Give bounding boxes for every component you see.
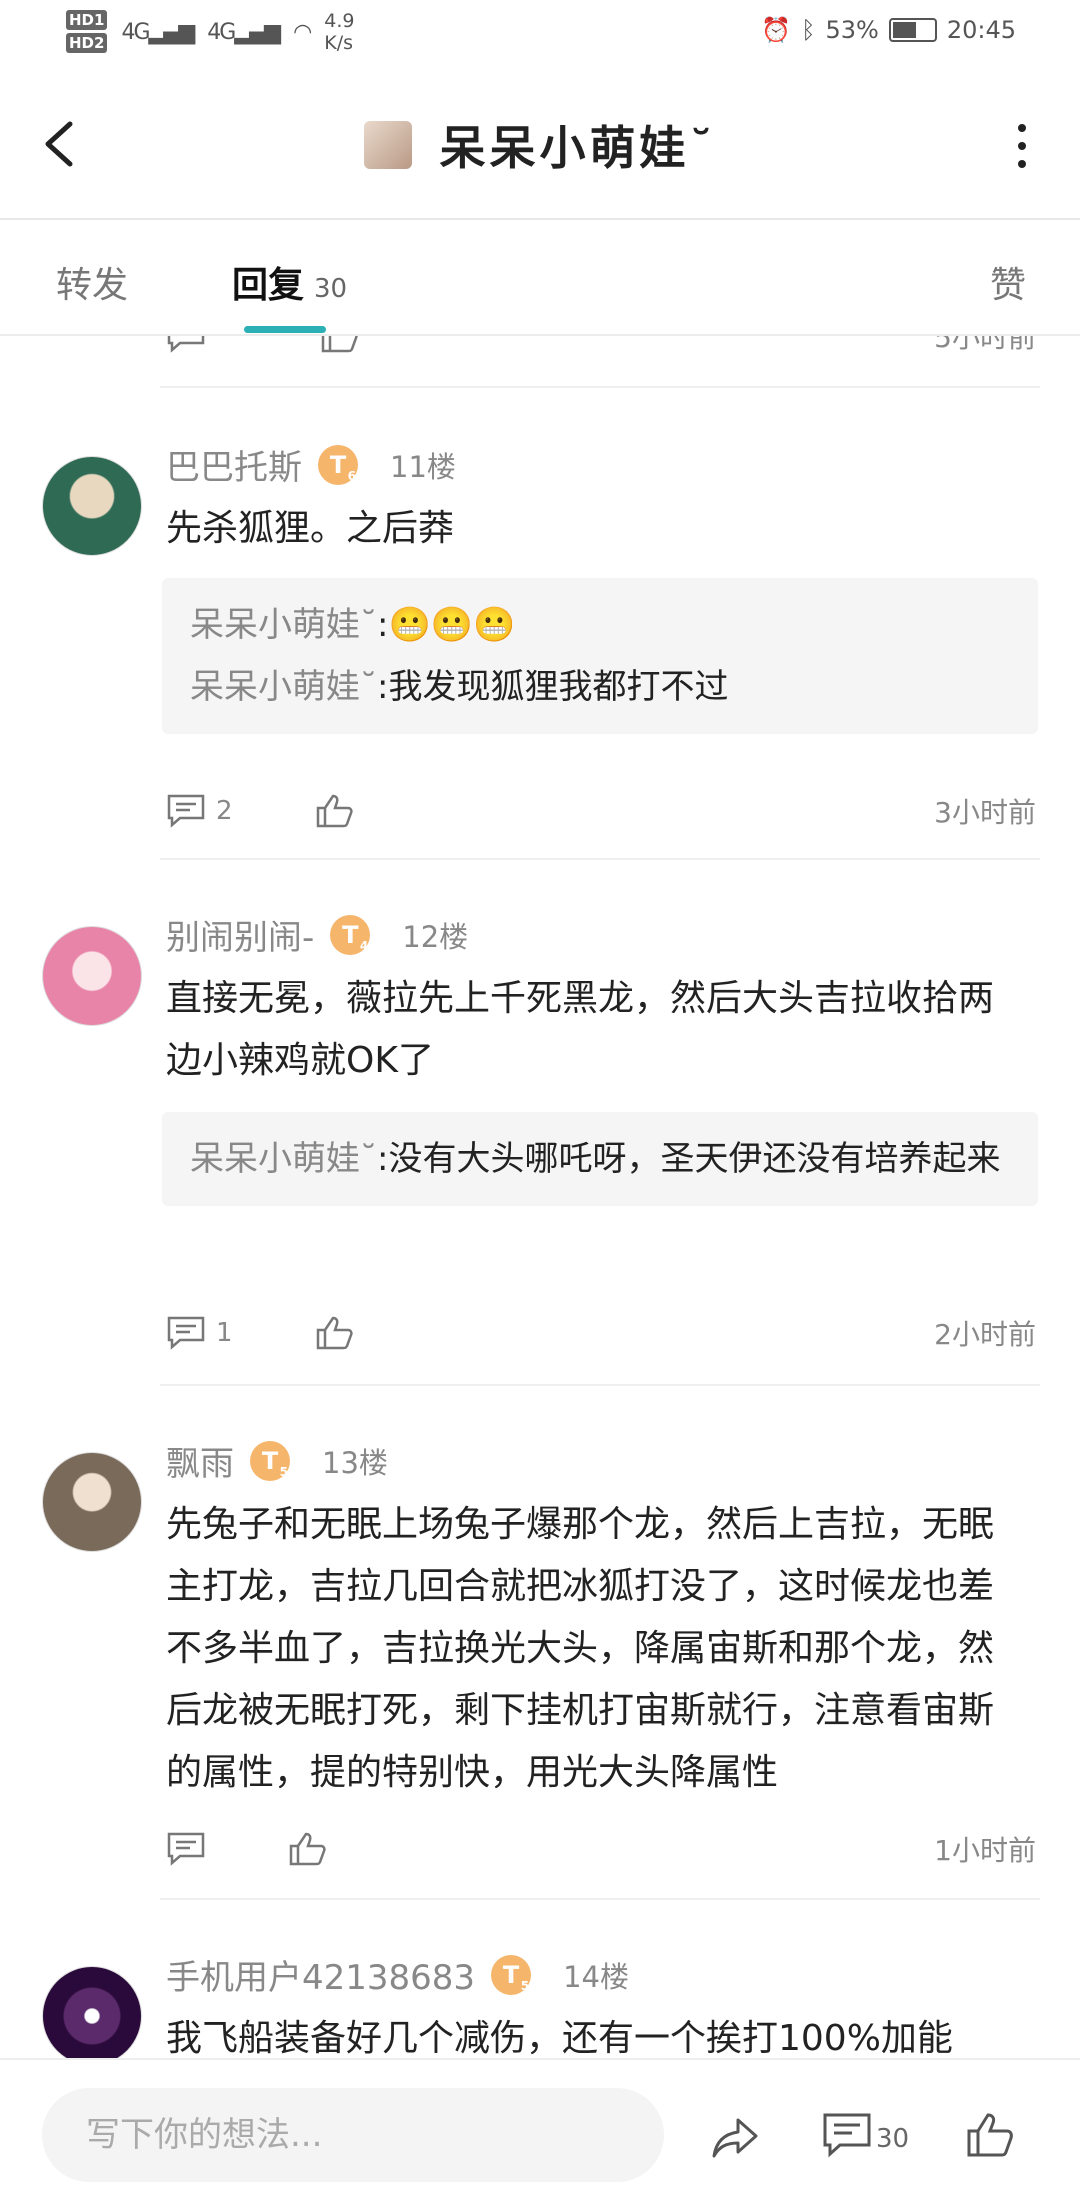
reply-quote-box[interactable]: 呆呆小萌娃˘:没有大头哪吒呀，圣天伊还没有培养起来	[162, 1112, 1038, 1206]
comment-time: 2小时前	[934, 1318, 1036, 1351]
comment-divider	[160, 1898, 1040, 1900]
comment-item: 飘雨 T5 13楼 先兔子和无眠上场兔子爆那个龙，然后上吉拉，无眠主打龙，吉拉几…	[0, 1426, 1080, 1867]
comment-icon[interactable]	[166, 336, 206, 358]
username[interactable]: 巴巴托斯	[166, 440, 302, 489]
status-right: ⏰ ᛒ 53% 20:45	[761, 16, 1016, 44]
clock: 20:45	[946, 16, 1016, 44]
comment-icon[interactable]	[166, 1315, 206, 1351]
comment-input[interactable]: 写下你的想法...	[42, 2088, 664, 2182]
status-left: HD1 HD2 4G▂▄▆ 4G▂▄▆ ◠ 4.9 K/s	[66, 10, 355, 56]
hd2-label: HD2	[66, 33, 108, 53]
comments-button[interactable]: 30	[822, 2112, 912, 2162]
comment-count: 30	[876, 2124, 910, 2154]
level-badge: T5	[491, 1954, 532, 1995]
previous-comment-actions: 5小时前	[0, 336, 1080, 386]
comment-text: 先杀狐狸。之后莽	[166, 508, 455, 549]
signal-1: 4G▂▄▆	[121, 20, 195, 45]
title-group: 呆呆小萌娃˘	[0, 112, 1080, 178]
quote-line: 呆呆小萌娃˘:没有大头哪吒呀，圣天伊还没有培养起来	[190, 1139, 1001, 1179]
quote-line: 呆呆小萌娃˘:我发现狐狸我都打不过	[190, 667, 729, 707]
comment-item: 别闹别闹- T4 12楼 直接无冕，薇拉先上千死黑龙，然后大头吉拉收拾两边小辣鸡…	[0, 900, 1080, 1380]
comment-actions: 2 3小时前	[166, 786, 1036, 836]
like-icon[interactable]	[966, 2112, 1016, 2162]
page-title: 呆呆小萌娃˘	[439, 121, 717, 175]
avatar[interactable]	[42, 456, 142, 556]
comment-time: 3小时前	[934, 796, 1036, 829]
comment-icon[interactable]	[166, 793, 206, 829]
level-badge: T4	[330, 914, 371, 955]
hd-indicators: HD1 HD2	[66, 10, 108, 56]
author-avatar[interactable]	[363, 121, 412, 169]
level-badge: T6	[318, 444, 358, 485]
bottom-bar: 写下你的想法... 30	[0, 2058, 1080, 2206]
status-bar: HD1 HD2 4G▂▄▆ 4G▂▄▆ ◠ 4.9 K/s ⏰ ᛒ 53% 20:…	[0, 0, 1080, 70]
battery-percent: 53%	[825, 16, 879, 44]
tab-bar: 转发 回复 30 赞	[0, 220, 1080, 335]
username[interactable]: 飘雨	[166, 1436, 234, 1485]
comment-text: 先兔子和无眠上场兔子爆那个龙，然后上吉拉，无眠主打龙，吉拉几回合就把冰狐打没了，…	[166, 1504, 995, 1793]
bluetooth-icon: ᛒ	[801, 16, 816, 44]
comment-text: 我飞船装备好几个减伤，还有一个挨打100%加能	[166, 2018, 953, 2058]
comment-time: 1小时前	[934, 1834, 1036, 1867]
reply-quote-box[interactable]: 呆呆小萌娃˘:😬😬😬 呆呆小萌娃˘:我发现狐狸我都打不过	[162, 578, 1038, 734]
like-icon[interactable]	[315, 793, 355, 829]
comment-header: 巴巴托斯 T6 11楼	[166, 440, 456, 489]
comment-actions: 1小时前	[166, 1824, 1036, 1874]
avatar[interactable]	[42, 1966, 142, 2058]
avatar[interactable]	[42, 926, 142, 1026]
alarm-icon: ⏰	[761, 16, 792, 44]
like-icon[interactable]	[315, 1315, 355, 1351]
avatar[interactable]	[42, 1452, 142, 1552]
comment-header: 手机用户42138683 T5 14楼	[166, 1950, 629, 1999]
floor-number: 14楼	[563, 1959, 629, 1994]
tab-replies[interactable]: 回复 30	[232, 256, 347, 308]
signal-2: 4G▂▄▆	[207, 20, 281, 45]
reply-count: 1	[216, 1318, 233, 1348]
more-options-icon[interactable]	[1018, 124, 1028, 168]
comment-divider	[160, 386, 1040, 388]
tab-likes[interactable]: 赞	[990, 256, 1026, 308]
comment-actions: 1 2小时前	[166, 1308, 1036, 1358]
wifi-icon: ◠	[293, 20, 312, 45]
like-icon[interactable]	[288, 1831, 328, 1867]
floor-number: 12楼	[402, 919, 469, 954]
share-icon[interactable]	[710, 2112, 760, 2162]
floor-number: 11楼	[390, 449, 456, 484]
comment-text: 直接无冕，薇拉先上千死黑龙，然后大头吉拉收拾两边小辣鸡就OK了	[166, 978, 995, 1081]
reply-count: 30	[314, 274, 348, 304]
quote-line: 呆呆小萌娃˘:😬😬😬	[190, 605, 516, 645]
top-app-bar: 呆呆小萌娃˘	[0, 70, 1080, 220]
floor-number: 13楼	[322, 1445, 388, 1480]
comment-header: 别闹别闹- T4 12楼	[166, 910, 468, 959]
level-badge: T5	[250, 1440, 290, 1481]
network-speed: 4.9 K/s	[324, 10, 355, 54]
tab-forward[interactable]: 转发	[56, 256, 128, 308]
hd1-label: HD1	[66, 10, 108, 30]
comment-time: 5小时前	[934, 336, 1036, 354]
reply-count: 2	[216, 796, 233, 826]
comment-item: 巴巴托斯 T6 11楼 先杀狐狸。之后莽 呆呆小萌娃˘:😬😬😬 呆呆小萌娃˘:我…	[0, 430, 1080, 860]
comment-divider	[160, 858, 1040, 860]
comment-icon[interactable]	[166, 1831, 206, 1867]
username[interactable]: 手机用户42138683	[166, 1950, 475, 1999]
like-icon[interactable]	[320, 336, 360, 358]
comment-divider	[160, 1384, 1040, 1386]
comment-header: 飘雨 T5 13楼	[166, 1436, 388, 1485]
tab-indicator	[244, 326, 326, 333]
comment-item: 手机用户42138683 T5 14楼 我飞船装备好几个减伤，还有一个挨打100…	[0, 1940, 1080, 2058]
battery-icon	[888, 18, 937, 42]
username[interactable]: 别闹别闹-	[166, 910, 314, 959]
